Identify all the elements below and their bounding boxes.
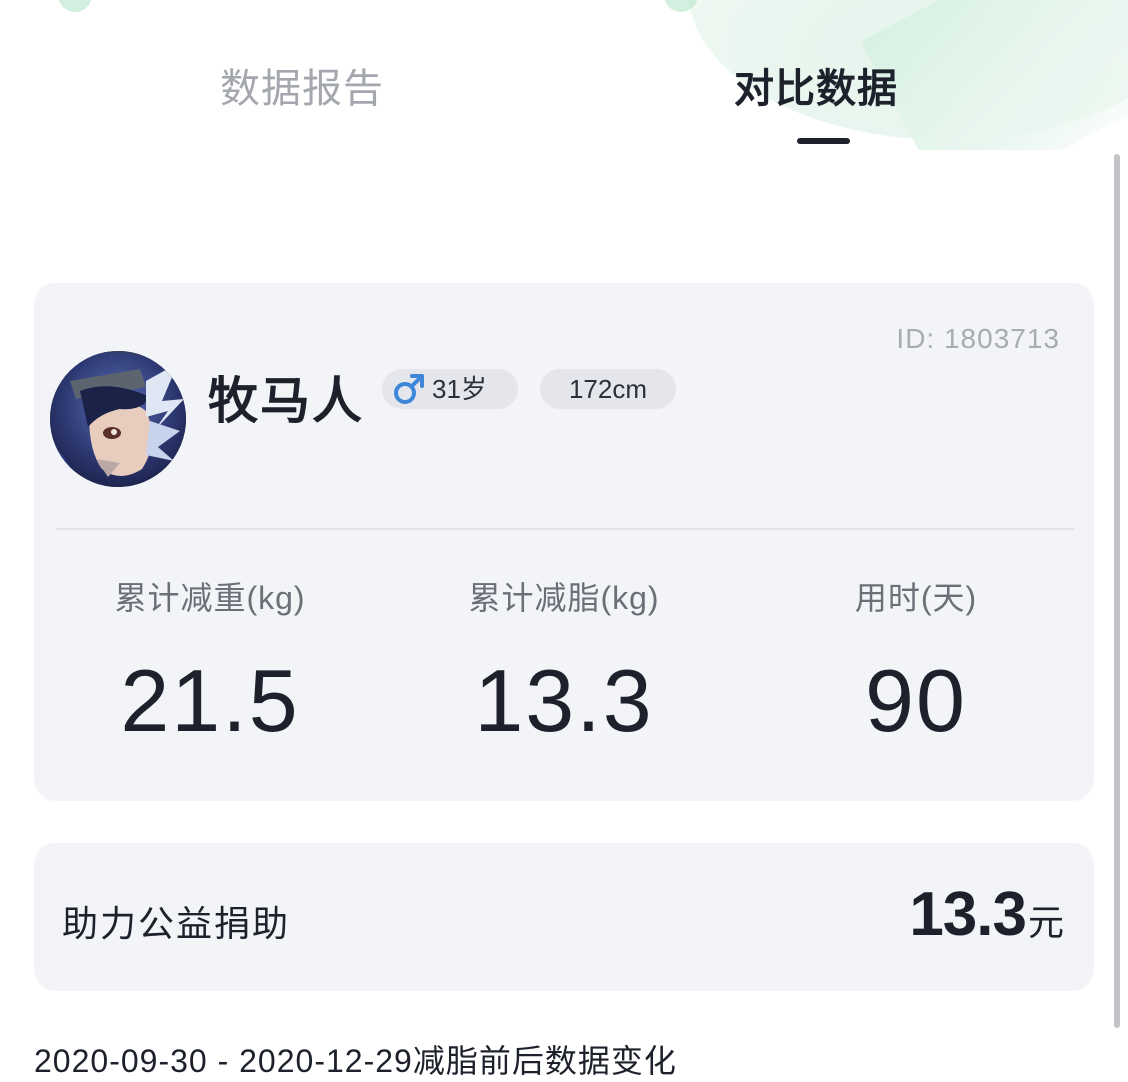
tab-bar: 数据报告 对比数据 xyxy=(0,40,1128,160)
donation-label: 助力公益捐助 xyxy=(62,903,291,944)
stat-duration: 用时(天) 90 xyxy=(756,573,1076,745)
avatar-image xyxy=(50,351,186,487)
decoration-dot xyxy=(58,0,92,12)
username: 牧马人 xyxy=(208,373,364,429)
divider xyxy=(56,528,1074,530)
age-badge: 31岁 xyxy=(382,369,518,409)
age-text: 31岁 xyxy=(432,374,487,404)
stat-fat-loss: 累计减脂(kg) 13.3 xyxy=(404,573,724,745)
stat-value: 21.5 xyxy=(120,651,300,750)
stat-label: 用时(天) xyxy=(854,580,978,616)
profile-card: ID: 1803713 牧马人 31岁 172cm 累计减重(kg) 21.5 … xyxy=(34,283,1094,801)
stat-weight-loss: 累计减重(kg) 21.5 xyxy=(50,573,370,745)
donation-value: 13.3 xyxy=(909,880,1027,949)
tab-data-report[interactable]: 数据报告 xyxy=(220,56,384,114)
stat-label: 累计减脂(kg) xyxy=(468,580,660,616)
donation-card[interactable]: 助力公益捐助 13.3元 xyxy=(34,843,1094,991)
tab-compare-data[interactable]: 对比数据 xyxy=(734,56,898,114)
period-caption: 2020-09-30 - 2020-12-29减脂前后数据变化 xyxy=(34,1043,677,1079)
stat-value: 13.3 xyxy=(474,651,654,750)
user-id: ID: 1803713 xyxy=(896,323,1060,354)
male-icon xyxy=(394,374,424,405)
stat-value: 90 xyxy=(865,651,967,750)
avatar[interactable] xyxy=(50,351,186,487)
scrollbar[interactable] xyxy=(1114,154,1120,1028)
donation-unit: 元 xyxy=(1027,902,1064,943)
donation-amount: 13.3元 xyxy=(909,879,1064,950)
height-badge: 172cm xyxy=(540,369,676,409)
stat-label: 累计减重(kg) xyxy=(114,580,306,616)
tab-active-indicator xyxy=(797,138,850,144)
